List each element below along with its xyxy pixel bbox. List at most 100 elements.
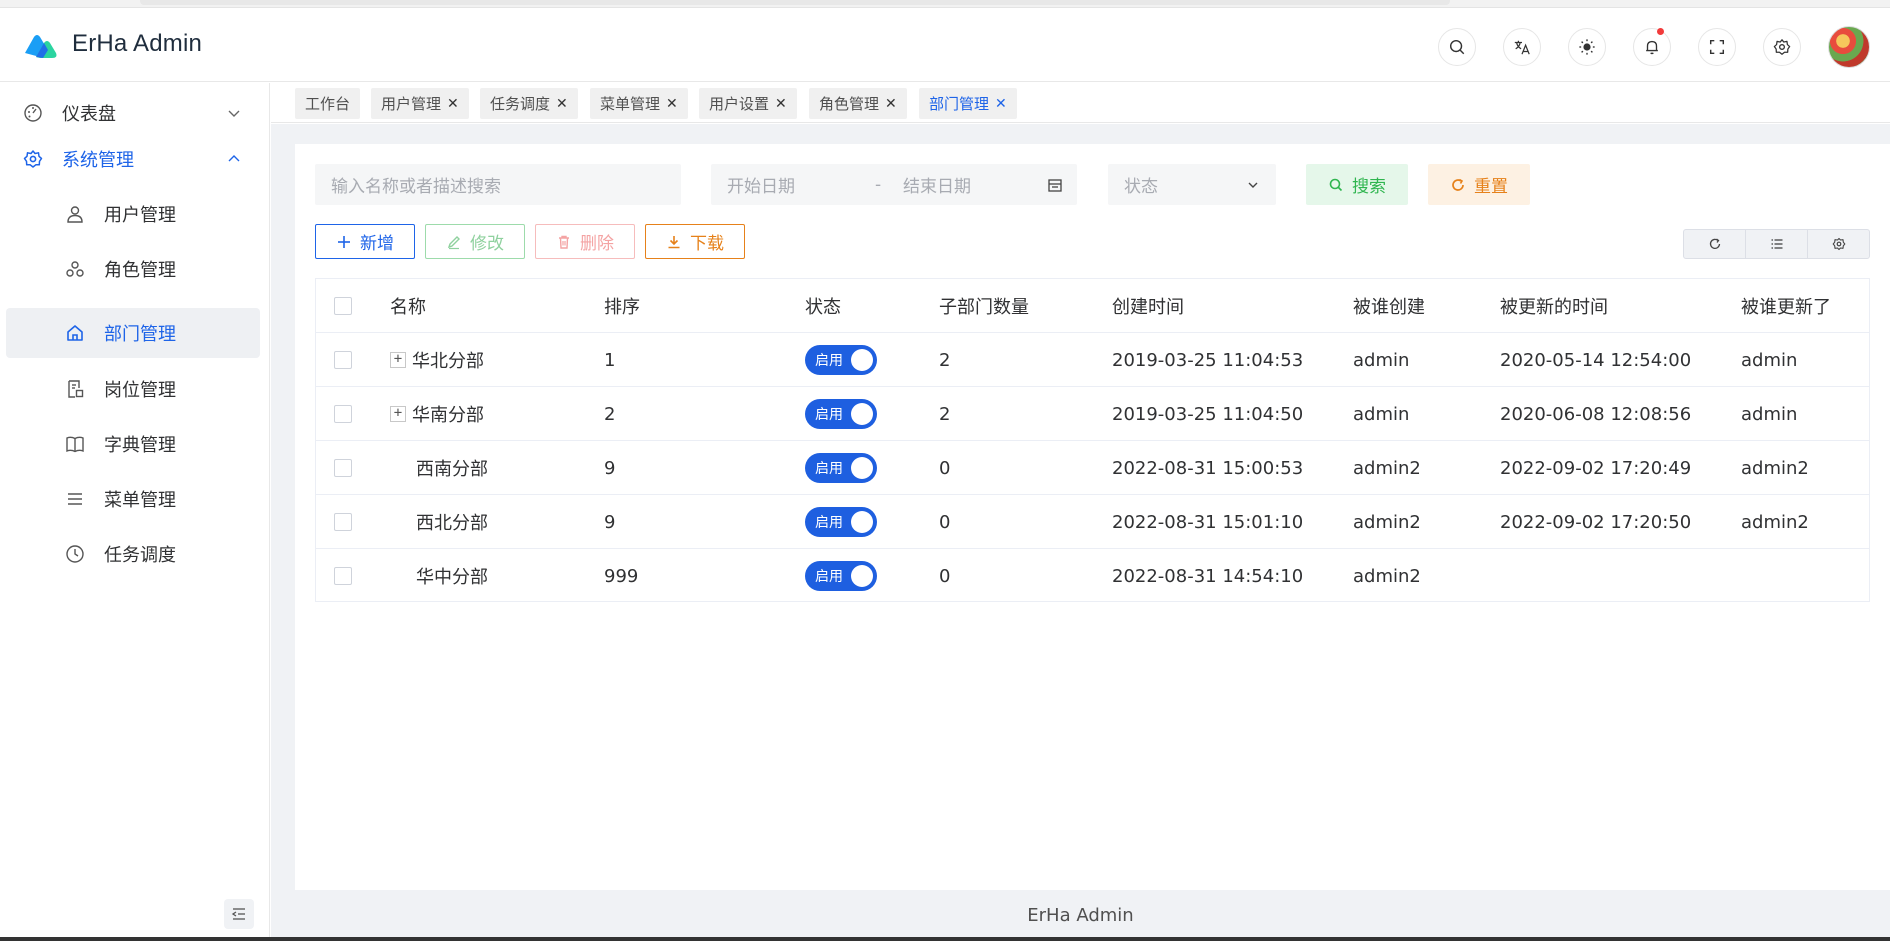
sidebar-item-task-scheduling[interactable]: 任务调度 — [6, 529, 260, 579]
sidebar-item-post-management[interactable]: 岗位管理 — [6, 364, 260, 414]
table-row[interactable]: 西北分部 9 启用 0 2022-08-31 15:01:10 admin2 2… — [316, 495, 1869, 549]
status-cell: 启用 — [805, 333, 877, 387]
search-button[interactable] — [1438, 28, 1476, 66]
sidebar-collapse-button[interactable] — [224, 899, 254, 929]
tab-user-settings[interactable]: 用户设置 ✕ — [699, 88, 797, 119]
start-date-field[interactable]: 开始日期 — [727, 172, 795, 197]
row-checkbox[interactable] — [334, 567, 352, 585]
table-row[interactable]: 西南分部 9 启用 0 2022-08-31 15:00:53 admin2 2… — [316, 441, 1869, 495]
close-icon[interactable]: ✕ — [995, 96, 1007, 112]
tab-user-management[interactable]: 用户管理 ✕ — [371, 88, 469, 119]
column-header-updater[interactable]: 被谁更新了 — [1741, 279, 1831, 333]
row-checkbox[interactable] — [334, 513, 352, 531]
row-checkbox[interactable] — [334, 459, 352, 477]
creator-cell: admin2 — [1353, 511, 1421, 533]
column-header-created-time[interactable]: 创建时间 — [1112, 279, 1184, 333]
download-button[interactable]: 下载 — [645, 224, 745, 259]
close-icon[interactable]: ✕ — [885, 96, 897, 112]
table-row[interactable]: + 华南分部 2 启用 2 2019-03-25 11:04:50 admin 2… — [316, 387, 1869, 441]
sidebar-item-label: 系统管理 — [62, 150, 134, 171]
date-separator: - — [875, 174, 882, 195]
tab-task-scheduling[interactable]: 任务调度 ✕ — [480, 88, 578, 119]
close-icon[interactable]: ✕ — [447, 96, 459, 112]
switch-knob — [851, 511, 873, 533]
status-select[interactable]: 状态 — [1108, 164, 1276, 205]
plus-icon — [338, 235, 350, 248]
column-header-status[interactable]: 状态 — [805, 279, 841, 333]
tab-menu-management[interactable]: 菜单管理 ✕ — [590, 88, 688, 119]
add-button[interactable]: 新增 — [315, 224, 415, 259]
close-icon[interactable]: ✕ — [556, 96, 568, 112]
column-header-creator[interactable]: 被谁创建 — [1353, 279, 1425, 333]
density-button[interactable] — [1746, 230, 1808, 258]
delete-button[interactable]: 删除 — [535, 224, 635, 259]
column-header-name[interactable]: 名称 — [390, 279, 426, 333]
creator-cell: admin — [1353, 403, 1410, 425]
created-time-cell: 2022-08-31 15:00:53 — [1112, 457, 1304, 479]
row-checkbox[interactable] — [334, 351, 352, 369]
settings-button[interactable] — [1763, 28, 1801, 66]
sidebar-item-dictionary-management[interactable]: 字典管理 — [6, 419, 260, 469]
search-button[interactable]: 搜索 — [1306, 164, 1408, 205]
tab-role-management[interactable]: 角色管理 ✕ — [809, 88, 907, 119]
close-icon[interactable]: ✕ — [666, 96, 678, 112]
switch-knob — [851, 403, 873, 425]
column-header-child-count[interactable]: 子部门数量 — [939, 279, 1029, 333]
table-row[interactable]: 华中分部 999 启用 0 2022-08-31 14:54:10 admin2 — [316, 549, 1869, 603]
sidebar-item-system-management[interactable]: 系统管理 — [6, 134, 260, 184]
sidebar-item-label: 用户管理 — [104, 205, 176, 226]
end-date-field[interactable]: 结束日期 — [903, 172, 971, 197]
theme-toggle-button[interactable] — [1568, 28, 1606, 66]
refresh-icon — [1709, 238, 1720, 249]
tab-department-management[interactable]: 部门管理 ✕ — [919, 88, 1017, 119]
created-time-cell: 2019-03-25 11:04:50 — [1112, 403, 1304, 425]
status-switch[interactable]: 启用 — [805, 399, 877, 429]
app-title[interactable]: ErHa Admin — [72, 30, 202, 58]
creator-cell: admin2 — [1353, 457, 1421, 479]
sidebar-item-user-management[interactable]: 用户管理 — [6, 189, 260, 239]
sidebar-item-role-management[interactable]: 角色管理 — [6, 244, 260, 294]
sidebar-item-menu-management[interactable]: 菜单管理 — [6, 474, 260, 524]
updated-time-cell: 2020-05-14 12:54:00 — [1500, 349, 1692, 371]
switch-knob — [851, 349, 873, 371]
status-switch[interactable]: 启用 — [805, 453, 877, 483]
translate-icon — [1514, 40, 1530, 55]
refresh-table-button[interactable] — [1684, 230, 1746, 258]
table-tools — [1683, 229, 1870, 259]
notifications-button[interactable] — [1633, 28, 1671, 66]
row-checkbox-cell — [334, 387, 352, 441]
date-range-picker[interactable]: 开始日期 - 结束日期 — [711, 164, 1077, 205]
select-all-checkbox[interactable] — [334, 297, 352, 315]
expand-icon[interactable]: + — [390, 406, 406, 422]
column-header-sort[interactable]: 排序 — [604, 279, 640, 333]
fullscreen-button[interactable] — [1698, 28, 1736, 66]
column-header-updated-time[interactable]: 被更新的时间 — [1500, 279, 1608, 333]
edit-button[interactable]: 修改 — [425, 224, 525, 259]
tab-workbench[interactable]: 工作台 — [295, 88, 361, 119]
chevron-up-icon — [228, 155, 240, 162]
row-checkbox[interactable] — [334, 405, 352, 423]
search-input[interactable]: 输入名称或者描述搜索 — [315, 164, 681, 205]
sidebar-item-department-management[interactable]: 部门管理 — [6, 308, 260, 358]
fullscreen-icon — [1709, 39, 1725, 55]
status-switch[interactable]: 启用 — [805, 345, 877, 375]
sidebar-item-label: 字典管理 — [104, 435, 176, 456]
language-button[interactable] — [1503, 28, 1541, 66]
refresh-icon — [1452, 178, 1464, 191]
status-switch[interactable]: 启用 — [805, 507, 877, 537]
updated-time-cell: 2020-06-08 12:08:56 — [1500, 403, 1692, 425]
updater-cell: admin2 — [1741, 511, 1809, 533]
reset-button[interactable]: 重置 — [1428, 164, 1530, 205]
expand-icon[interactable]: + — [390, 352, 406, 368]
updated-time-cell: 2022-09-02 17:20:49 — [1500, 457, 1692, 479]
sidebar-item-dashboard[interactable]: 仪表盘 — [6, 88, 260, 138]
table-row[interactable]: + 华北分部 1 启用 2 2019-03-25 11:04:53 admin 2… — [316, 333, 1869, 387]
close-icon[interactable]: ✕ — [775, 96, 787, 112]
top-scrollbar[interactable] — [140, 0, 1450, 5]
column-settings-button[interactable] — [1808, 230, 1869, 258]
status-switch[interactable]: 启用 — [805, 561, 877, 591]
child-count-cell: 2 — [939, 403, 951, 425]
user-avatar[interactable] — [1828, 26, 1870, 68]
department-table: 名称 排序 状态 子部门数量 创建时间 被谁创建 被更新的时间 被谁更新了 + 华… — [315, 278, 1870, 602]
creator-cell: admin2 — [1353, 565, 1421, 587]
